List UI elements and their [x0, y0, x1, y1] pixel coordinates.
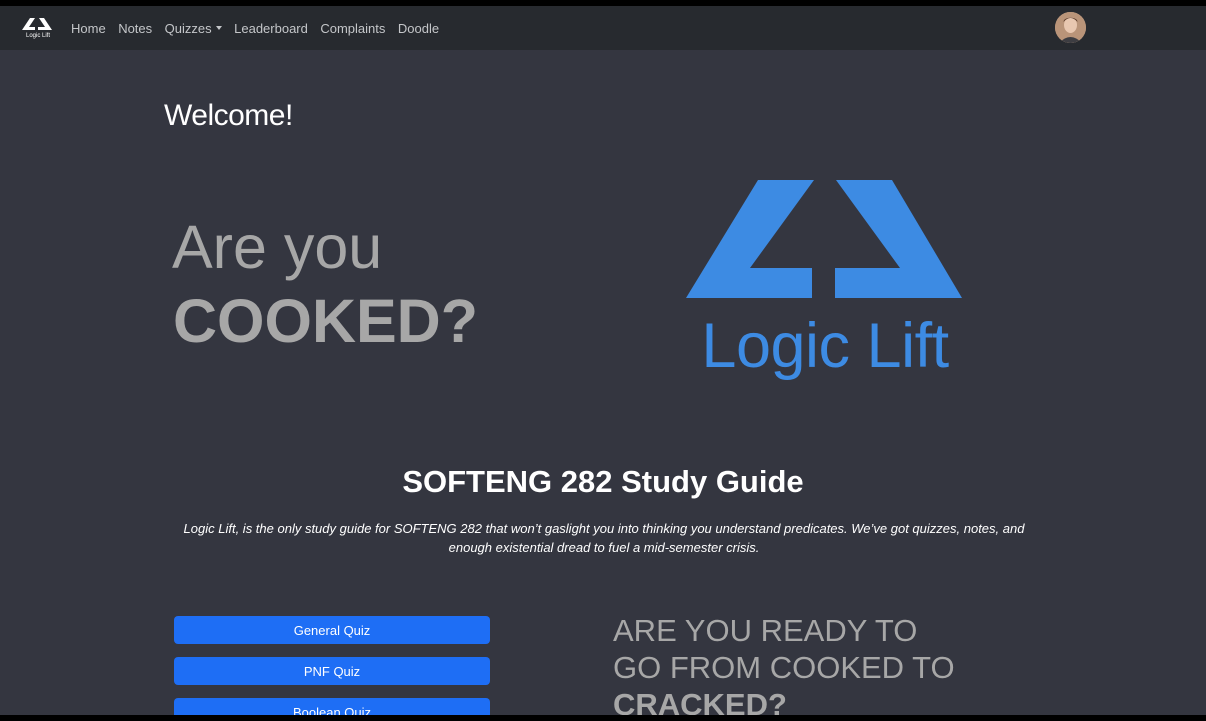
user-avatar[interactable]	[1055, 12, 1086, 43]
logic-lift-logo: Logic Lift	[686, 180, 964, 390]
nav-link-leaderboard[interactable]: Leaderboard	[234, 21, 308, 36]
hero-text-line1: Are you	[172, 213, 383, 281]
study-guide-title: SOFTENG 282 Study Guide	[402, 464, 804, 499]
boolean-quiz-button[interactable]: Boolean Quiz	[174, 698, 490, 715]
nav-dropdown-quizzes[interactable]: Quizzes	[165, 21, 222, 36]
ready-line3: CRACKED?	[613, 687, 787, 715]
hero-text-line2: COOKED?	[173, 287, 478, 355]
brand-logo-link[interactable]: Logic Lift	[20, 15, 54, 43]
navbar: Logic Lift Home Notes Quizzes Leaderboar…	[0, 6, 1206, 50]
caret-down-icon	[215, 26, 222, 31]
general-quiz-button[interactable]: General Quiz	[174, 616, 490, 644]
nav-link-doodle[interactable]: Doodle	[398, 21, 439, 36]
nav-links: Home Notes Quizzes Leaderboard Complaint…	[71, 6, 452, 50]
page: Logic Lift Home Notes Quizzes Leaderboar…	[0, 6, 1206, 715]
logic-lift-logo-icon	[22, 18, 52, 30]
ready-line1: ARE YOU READY TO	[613, 613, 918, 648]
nav-link-home[interactable]: Home	[71, 21, 106, 36]
welcome-heading: Welcome!	[164, 99, 293, 132]
ready-tagline: ARE YOU READY TO GO FROM COOKED TO CRACK…	[613, 612, 1013, 715]
logic-lift-logo-icon	[686, 180, 962, 298]
ready-line2: GO FROM COOKED TO	[613, 650, 955, 685]
brand-text: Logic Lift	[25, 33, 50, 39]
study-guide-description: Logic Lift, is the only study guide for …	[183, 521, 1025, 555]
pnf-quiz-button[interactable]: PNF Quiz	[174, 657, 490, 685]
nav-link-complaints[interactable]: Complaints	[320, 21, 385, 36]
logo-wordmark: Logic Lift	[701, 311, 949, 381]
nav-link-notes[interactable]: Notes	[118, 21, 152, 36]
nav-link-quizzes-label: Quizzes	[164, 20, 212, 36]
